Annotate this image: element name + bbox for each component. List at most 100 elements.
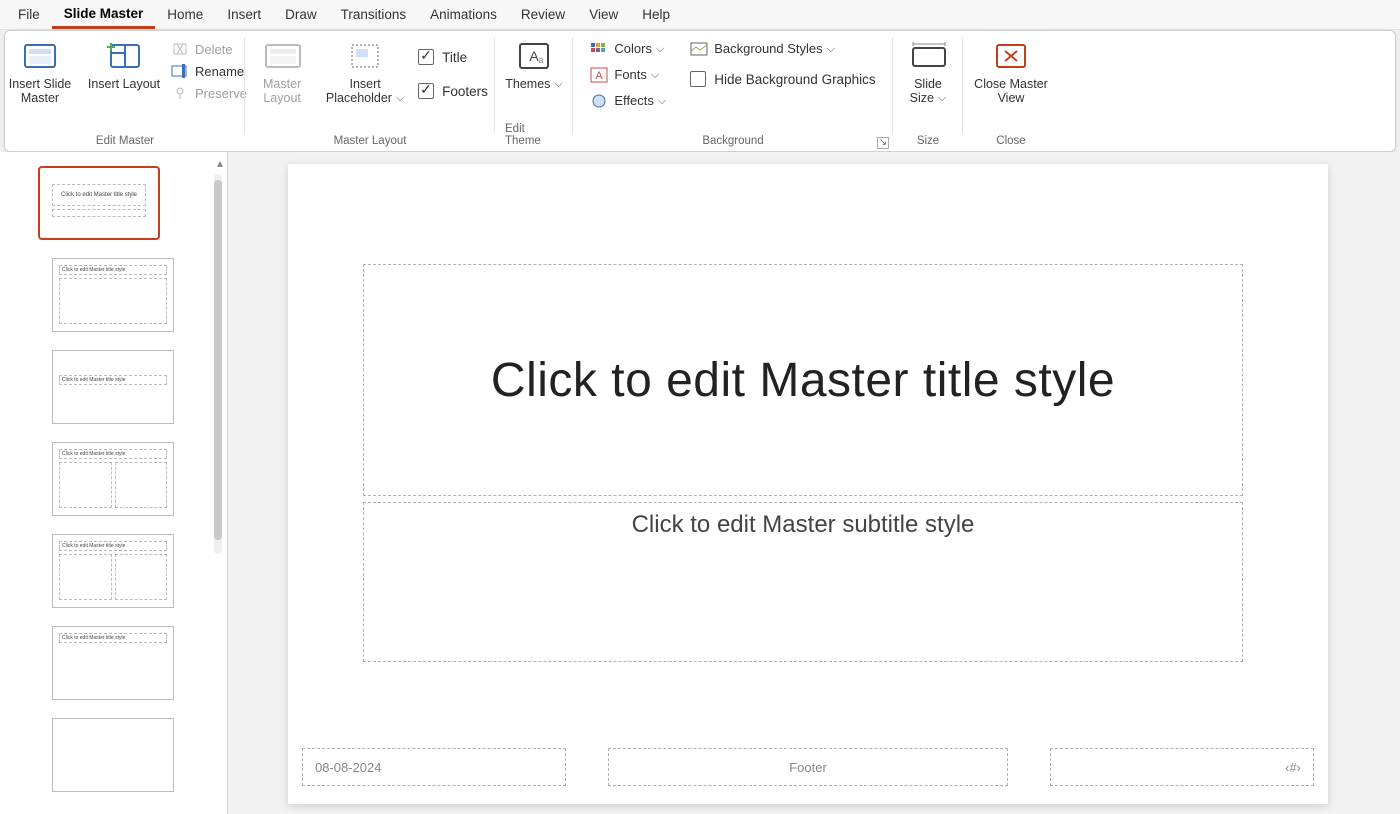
delete-label: Delete (195, 42, 233, 57)
thumbnail-layout-5[interactable]: Click to edit Master title style (52, 626, 174, 700)
footer-placeholder[interactable]: Footer (608, 748, 1008, 786)
slide-size-button[interactable]: Slide Size (903, 39, 953, 106)
thumb-body-placeholder (115, 554, 168, 600)
tab-animations[interactable]: Animations (418, 2, 509, 27)
group-edit-master: Insert Slide Master Insert Layout Delete… (5, 31, 245, 151)
tab-draw[interactable]: Draw (273, 2, 329, 27)
thumbnail-slide-master[interactable]: Click to edit Master title style (38, 166, 160, 240)
scrollbar-track[interactable] (214, 174, 222, 554)
close-master-view-button[interactable]: Close Master View (971, 39, 1051, 106)
background-launcher[interactable]: ↘ (877, 137, 889, 149)
thumb-body-placeholder (59, 462, 112, 508)
master-layout-icon (263, 39, 301, 73)
close-master-view-label: Close Master View (971, 77, 1051, 106)
group-size: Slide Size Size (893, 31, 963, 151)
insert-placeholder-button[interactable]: Insert Placeholder (322, 39, 408, 106)
scrollbar-thumb[interactable] (214, 180, 222, 540)
background-styles-label: Background Styles (714, 41, 835, 57)
preserve-label: Preserve (195, 86, 247, 101)
group-master-layout: Master Layout Insert Placeholder Title F… (245, 31, 495, 151)
group-label-master-layout: Master Layout (334, 135, 407, 149)
background-styles-button[interactable]: Background Styles (690, 41, 875, 57)
thumb-body-placeholder (115, 462, 168, 508)
footers-checkbox-label: Footers (442, 84, 488, 99)
thumbnail-layout-6[interactable] (52, 718, 174, 792)
scroll-up-arrow[interactable]: ▴ (217, 156, 223, 170)
footer-text: Footer (789, 760, 827, 775)
thumb-title-placeholder: Click to edit Master title style (59, 449, 167, 459)
insert-layout-button[interactable]: Insert Layout (87, 39, 161, 91)
tab-transitions[interactable]: Transitions (329, 2, 419, 27)
effects-button[interactable]: Effects (590, 93, 666, 109)
canvas-area: Click to edit Master title style Click t… (228, 152, 1400, 814)
thumbnail-layout-1[interactable]: Click to edit Master title style (52, 258, 174, 332)
insert-slide-master-button[interactable]: Insert Slide Master (4, 39, 77, 106)
insert-placeholder-label: Insert Placeholder (322, 77, 408, 106)
group-label-background: Background (702, 135, 763, 149)
tab-insert[interactable]: Insert (215, 2, 273, 27)
checkbox-icon (418, 49, 434, 65)
insert-layout-label: Insert Layout (88, 77, 160, 91)
thumbnail-layout-4[interactable]: Click to edit Master title style (52, 534, 174, 608)
slide-canvas[interactable]: Click to edit Master title style Click t… (288, 164, 1328, 804)
thumbnail-layout-2[interactable]: Click to edit Master title style (52, 350, 174, 424)
thumbnail-layout-3[interactable]: Click to edit Master title style (52, 442, 174, 516)
tab-view[interactable]: View (577, 2, 630, 27)
insert-placeholder-icon (346, 39, 384, 73)
effects-icon (590, 93, 608, 109)
date-placeholder[interactable]: 08-08-2024 (302, 748, 566, 786)
checkbox-icon (690, 71, 706, 87)
master-subtitle-text: Click to edit Master subtitle style (632, 511, 975, 538)
slide-number-text: ‹#› (1285, 760, 1301, 775)
master-layout-label: Master Layout (252, 77, 312, 106)
footers-checkbox[interactable]: Footers (418, 83, 488, 99)
group-label-edit-theme: Edit Theme (505, 123, 563, 149)
master-layout-button[interactable]: Master Layout (252, 39, 312, 106)
menubar: File Slide Master Home Insert Draw Trans… (0, 0, 1400, 30)
date-text: 08-08-2024 (315, 760, 382, 775)
tab-review[interactable]: Review (509, 2, 577, 27)
slide-number-placeholder[interactable]: ‹#› (1050, 748, 1314, 786)
themes-label: Themes (505, 77, 563, 92)
thumb-body-placeholder (59, 278, 167, 324)
insert-slide-master-icon (21, 39, 59, 73)
checkbox-icon (418, 83, 434, 99)
preserve-icon (171, 85, 189, 101)
thumb-title-placeholder: Click to edit Master title style (59, 633, 167, 643)
group-edit-theme: Aa Themes Edit Theme (495, 31, 573, 151)
master-subtitle-placeholder[interactable]: Click to edit Master subtitle style (363, 502, 1243, 662)
hide-background-checkbox[interactable]: Hide Background Graphics (690, 71, 875, 87)
title-checkbox[interactable]: Title (418, 49, 488, 65)
group-label-edit-master: Edit Master (96, 135, 154, 149)
tab-home[interactable]: Home (155, 2, 215, 27)
thumb-title-placeholder: Click to edit Master title style (52, 184, 146, 206)
master-title-text: Click to edit Master title style (491, 353, 1115, 408)
thumbnail-panel: ▴ Click to edit Master title style Click… (0, 152, 228, 814)
tab-file[interactable]: File (6, 2, 52, 27)
thumb-title-placeholder: Click to edit Master title style (59, 265, 167, 275)
slide-size-label: Slide Size (903, 77, 953, 106)
rename-button[interactable]: Rename (171, 63, 247, 79)
background-styles-icon (690, 41, 708, 57)
hide-background-label: Hide Background Graphics (714, 72, 875, 87)
effects-label: Effects (614, 93, 666, 109)
workspace: ▴ Click to edit Master title style Click… (0, 152, 1400, 814)
master-title-placeholder[interactable]: Click to edit Master title style (363, 264, 1243, 496)
group-label-size: Size (917, 135, 939, 149)
themes-button[interactable]: Aa Themes (506, 39, 562, 92)
fonts-button[interactable]: A Fonts (590, 67, 666, 83)
colors-button[interactable]: Colors (590, 41, 666, 57)
title-checkbox-label: Title (442, 50, 467, 65)
rename-label: Rename (195, 64, 244, 79)
preserve-button[interactable]: Preserve (171, 85, 247, 101)
tab-help[interactable]: Help (630, 2, 682, 27)
fonts-label: Fonts (614, 67, 659, 83)
svg-text:A: A (596, 70, 604, 82)
delete-button[interactable]: Delete (171, 41, 247, 57)
tab-slide-master[interactable]: Slide Master (52, 1, 156, 29)
close-icon (992, 39, 1030, 73)
group-background: Colors A Fonts Effects Background Styles (573, 31, 893, 151)
rename-icon (171, 63, 189, 79)
thumb-body-placeholder (59, 554, 112, 600)
slide-size-icon (909, 39, 947, 73)
